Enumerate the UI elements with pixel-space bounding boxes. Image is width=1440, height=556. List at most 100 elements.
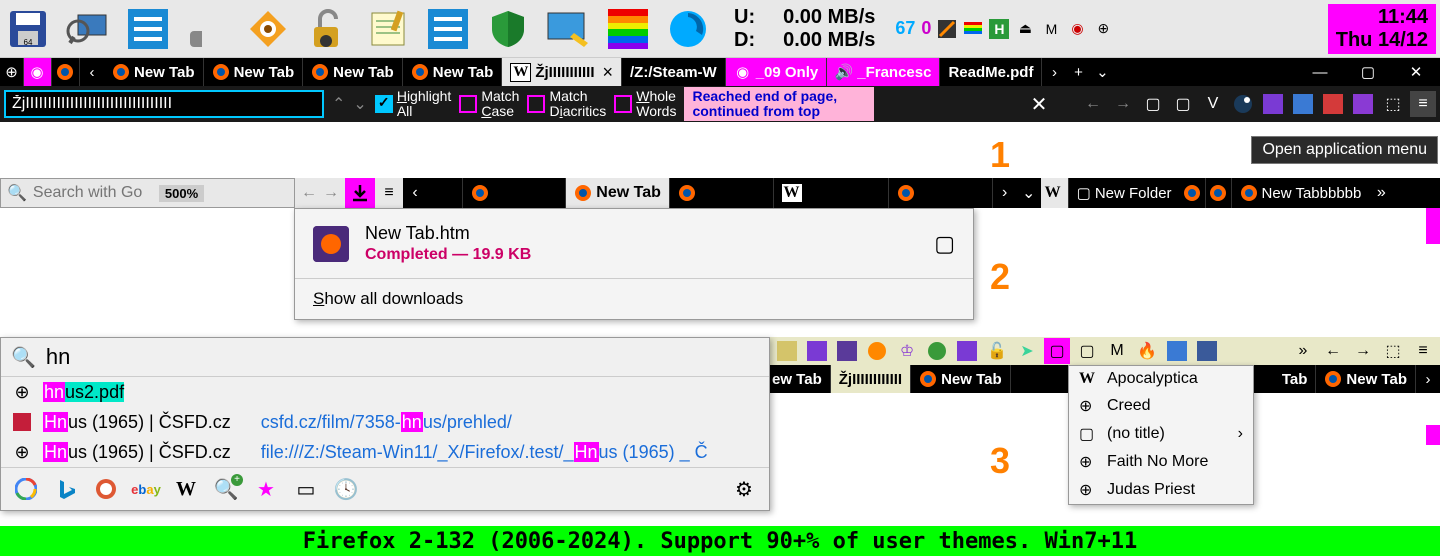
window-minimize[interactable]: — [1296,58,1344,86]
show-all-downloads[interactable]: Show all downloads [295,278,973,319]
nav-fwd-icon[interactable]: → [323,184,339,202]
folder1-icon[interactable]: ▢ [1140,91,1166,117]
tab-pinned-play[interactable]: ◉ [24,58,52,86]
fx1-tab-4-active[interactable]: WŽjIIIIIIIIIII× [502,58,622,86]
config-blue2-icon[interactable] [424,5,472,53]
tray-usb-icon[interactable]: ⏏ [1015,19,1035,39]
settings-gear-icon[interactable]: ⚙ [731,476,757,502]
steam-icon[interactable] [1230,91,1256,117]
ext-fire-icon[interactable]: 🔥 [1134,338,1160,364]
wikipedia-icon[interactable]: W [173,476,199,502]
padlock-open-icon[interactable] [304,5,352,53]
fx3-tab-1-active[interactable]: ŽjIIIIIIIIIIII [831,365,911,393]
tab-close-icon[interactable]: × [603,62,614,83]
fx2-tab-5[interactable]: New Tab [889,178,993,208]
bm-item-4[interactable]: ⊕Judas Priest [1069,476,1253,504]
extensions-icon[interactable]: ⬚ [1380,91,1406,117]
folder2-icon[interactable]: ▢ [1170,91,1196,117]
tray-h-icon[interactable]: H [989,19,1009,39]
fx1-tab-6[interactable]: ◉_09 Only [726,58,828,86]
window-maximize[interactable]: ▢ [1344,58,1392,86]
eye-orange-icon[interactable] [244,5,292,53]
find-match-case[interactable]: MatchCase [459,89,519,120]
bookmark-long[interactable]: New Tabbbbbb [1232,178,1370,208]
ext-a-icon[interactable] [774,338,800,364]
taskbar-clock[interactable]: 11:44 Thu 14/12 [1328,4,1436,54]
tab-scroll-right[interactable]: › [1042,58,1066,86]
bing-icon[interactable] [53,476,79,502]
tab-pinned-globe[interactable]: ⊕ [0,58,24,86]
save-floppy-icon[interactable]: 64 [4,5,52,53]
bookmark-star-icon[interactable]: ★ [253,476,279,502]
fx3-tab-4[interactable]: New Tab [1316,365,1416,393]
fx3-tab-3[interactable]: Tab [1274,365,1317,393]
tray-globe-icon[interactable]: ⊕ [1093,19,1113,39]
fx1-tab-2[interactable]: New Tab [303,58,403,86]
tray-zero-icon[interactable]: 0 [921,18,931,39]
fx1-tab-8[interactable]: ReadMe.pdf [940,58,1042,86]
rainbow-icon[interactable] [604,5,652,53]
google-icon[interactable] [13,476,39,502]
gog-icon[interactable] [1260,91,1286,117]
tray-app1-icon[interactable] [937,19,957,39]
fx2-tab-1[interactable]: New Tab [463,178,567,208]
find-highlight-all[interactable]: HighlightAll [375,89,452,120]
fx1-tab-0[interactable]: New Tab [104,58,204,86]
find-input[interactable] [4,90,324,118]
url-suggestion-0[interactable]: ⊕ hnus2.pdf [1,377,769,407]
fx2-tab-3[interactable]: New Tab [670,178,774,208]
tab-scroll-right[interactable]: › [993,178,1017,208]
ext-send-icon[interactable]: ➤ [1014,338,1040,364]
config-blue-icon[interactable] [124,5,172,53]
display-arrow-icon[interactable] [544,5,592,53]
fx2-tab-0[interactable]: ab [427,178,463,208]
fx1-tab-3[interactable]: New Tab [403,58,503,86]
downloads-button[interactable] [345,178,375,208]
fx1-tab-1[interactable]: New Tab [204,58,304,86]
search-box[interactable]: 🔍 500% [0,178,295,208]
url-suggestion-1[interactable]: Hnus (1965) | ČSFD.cz csfd.cz/film/7358-… [1,407,769,437]
folder-icon[interactable]: ▢ [1074,338,1100,364]
bm-item-2[interactable]: ▢(no title)› [1069,420,1253,448]
ext-f-icon[interactable] [1164,338,1190,364]
fx3-tab-2[interactable]: New Tab [911,365,1011,393]
v-icon[interactable]: V [1200,91,1226,117]
ext-gog-icon[interactable] [804,338,830,364]
bm-item-3[interactable]: ⊕Faith No More [1069,448,1253,476]
folder-active-icon[interactable]: ▢ [1044,338,1070,364]
tabs-icon[interactable]: ▭ [293,476,319,502]
find-close-icon[interactable]: ✕ [1026,91,1052,117]
search-plus-icon[interactable]: 🔍+ [213,476,239,502]
zoom-badge[interactable]: 500% [159,185,204,202]
ext-b-icon[interactable] [834,338,860,364]
overflow-icon[interactable]: » [1290,338,1316,364]
history-icon[interactable]: 🕓 [333,476,359,502]
ext2-icon[interactable] [1320,91,1346,117]
tab-scroll-left[interactable]: ‹ [403,178,427,208]
find-prev-icon[interactable]: ⌃ [332,94,345,114]
tab-list-button[interactable]: ⌄ [1090,58,1114,86]
ebay-icon[interactable]: ebay [133,476,159,502]
ext-lock-icon[interactable]: 🔓 [984,338,1010,364]
nav-back-icon[interactable]: ← [1080,91,1106,117]
nav-fwd-icon[interactable]: → [1350,338,1376,364]
bm-overflow-icon[interactable]: » [1369,178,1393,208]
url-suggestion-2[interactable]: ⊕ Hnus (1965) | ČSFD.cz file:///Z:/Steam… [1,437,769,467]
fx1-tab-7[interactable]: 🔊_Francesc [827,58,940,86]
bookmark-folder[interactable]: ▢New Folder [1069,178,1180,208]
duckduckgo-icon[interactable] [93,476,119,502]
bm-item-0[interactable]: WApocalyptica [1069,366,1253,392]
download-item[interactable]: New Tab.htm Completed — 19.9 KB ▢ [295,209,973,278]
app-menu-icon[interactable]: ≡ [1410,338,1436,364]
scrollbar[interactable] [1426,208,1440,244]
tray-m-icon[interactable]: M [1041,19,1061,39]
bm-fx2-icon[interactable] [1206,178,1232,208]
tab-scroll-left[interactable]: ‹ [80,58,104,86]
nav-back-icon[interactable]: ← [301,184,317,202]
menu-icon[interactable]: ≡ [375,178,403,208]
download-open-folder-icon[interactable]: ▢ [934,231,955,257]
ext3-icon[interactable] [1350,91,1376,117]
fx3-tab-0[interactable]: ew Tab [764,365,831,393]
find-next-icon[interactable]: ⌄ [353,94,366,114]
find-whole-words[interactable]: WholeWords [614,89,676,120]
